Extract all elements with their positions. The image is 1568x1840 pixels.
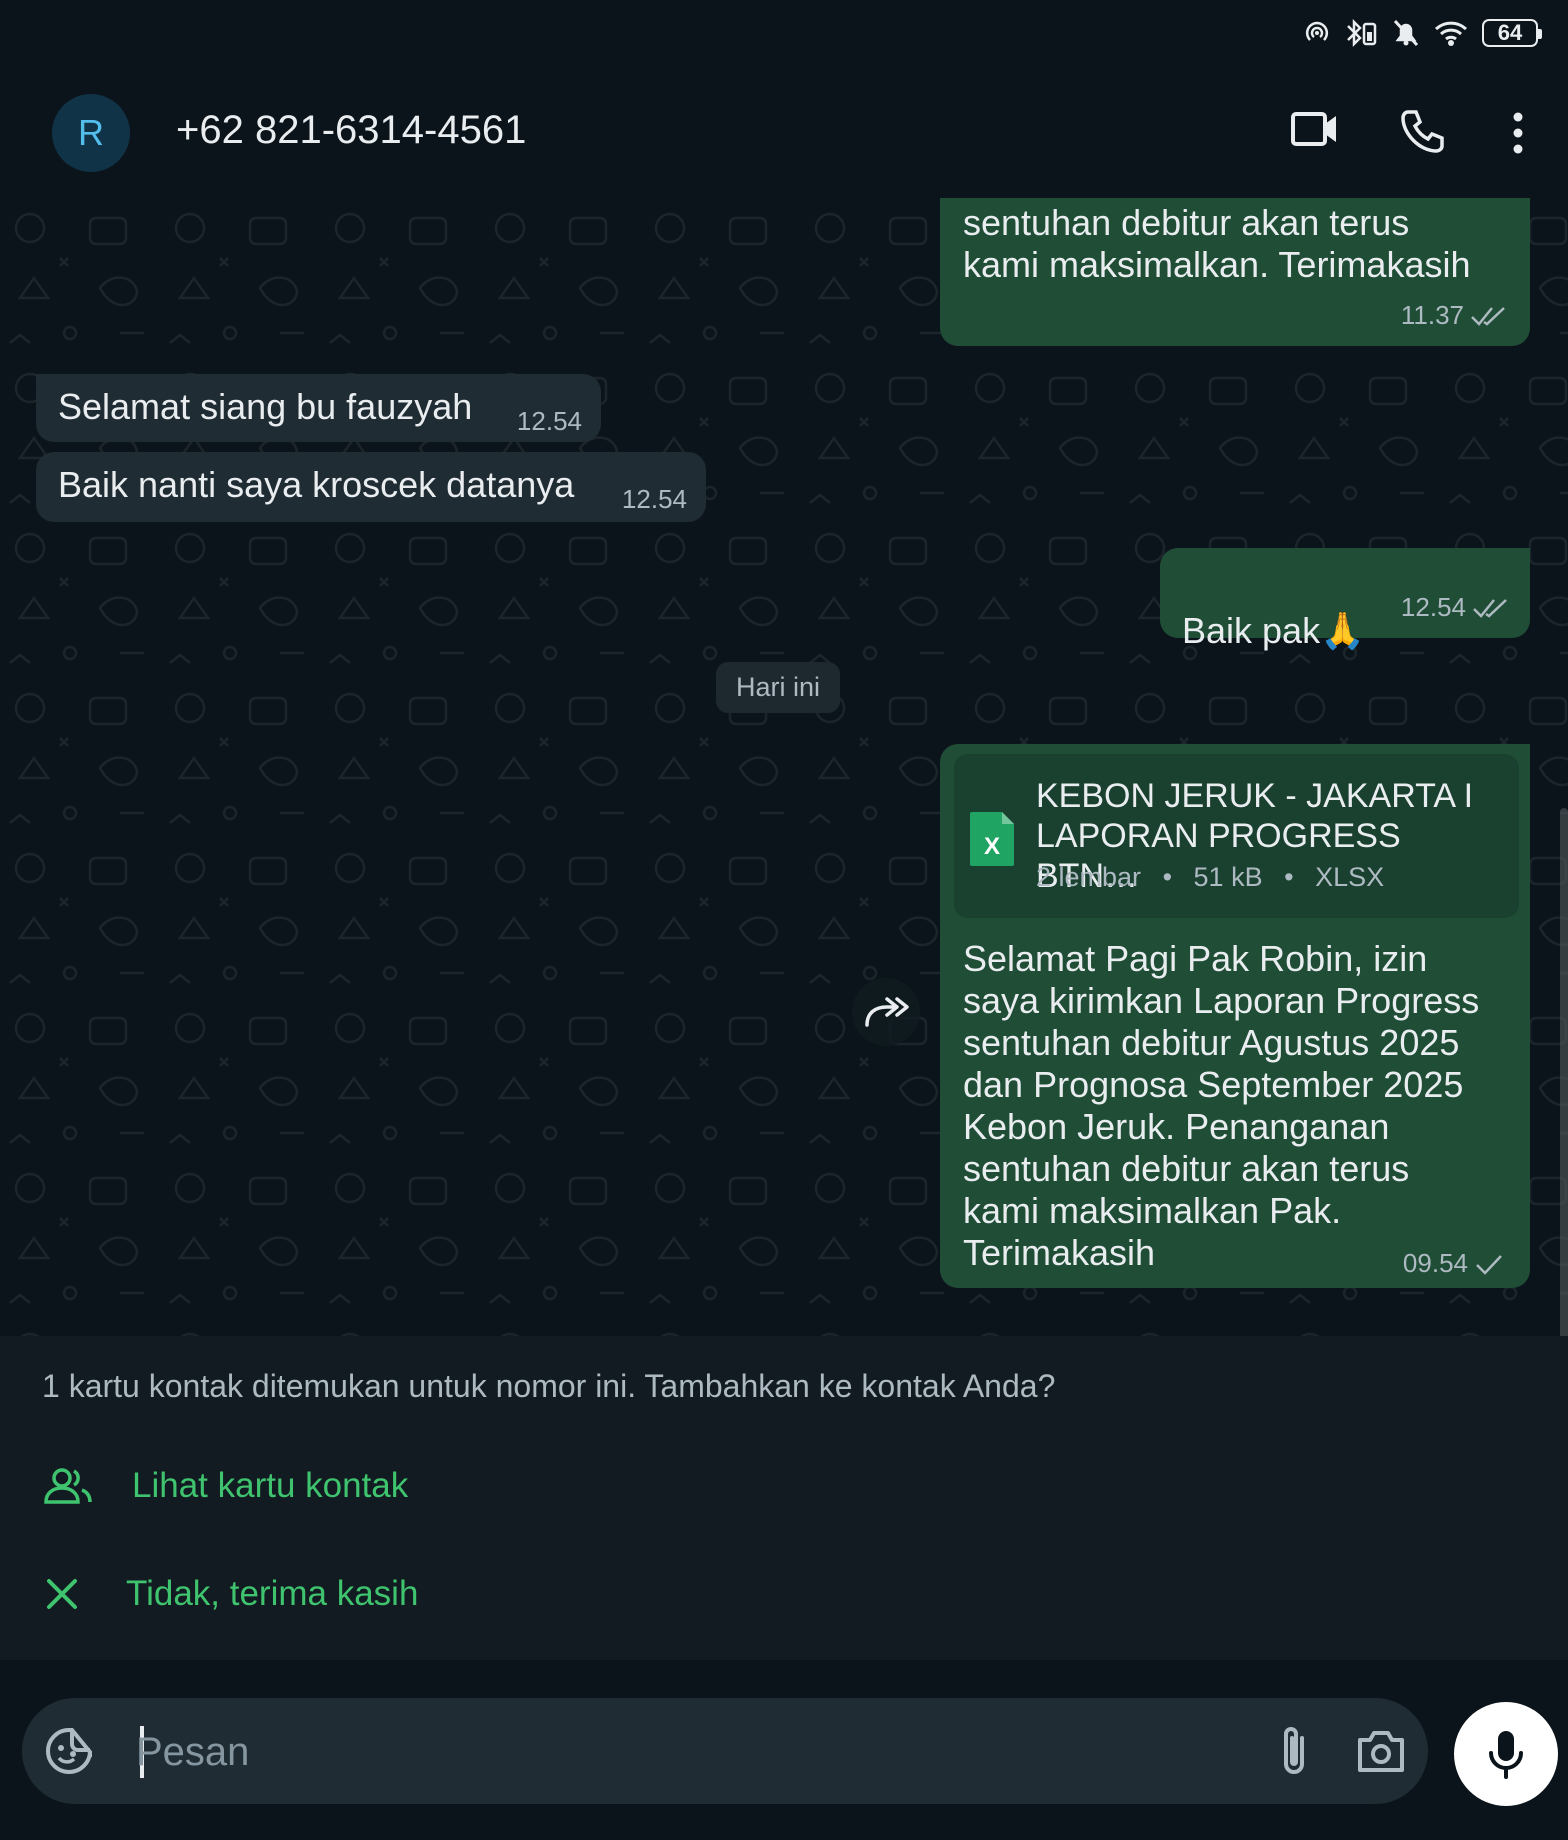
message-composer[interactable]	[22, 1698, 1428, 1806]
message-time: 11.37	[1400, 300, 1464, 330]
forward-button[interactable]	[852, 978, 920, 1046]
message-caption: Selamat Pagi Pak Robin, izin saya kirimk…	[963, 938, 1480, 1273]
message-bubble-incoming[interactable]: Selamat siang bu fauzyah 12.54	[36, 374, 601, 442]
excel-file-icon: X	[970, 812, 1014, 866]
status-bar: 64	[0, 0, 1568, 72]
date-separator: Hari ini	[716, 662, 841, 713]
forward-icon	[865, 997, 909, 1027]
single-check-icon	[1476, 1254, 1502, 1275]
status-icons: 64	[1304, 18, 1542, 48]
mute-bell-icon	[1393, 19, 1419, 47]
dismiss-button[interactable]: Tidak, terima kasih	[42, 1574, 418, 1614]
praying-hands-emoji: 🙏	[1320, 610, 1365, 651]
video-camera-icon	[1291, 112, 1336, 146]
document-type: XLSX	[1315, 862, 1385, 892]
message-bubble-outgoing[interactable]: sentuhan debitur akan terus kami maksima…	[940, 198, 1530, 346]
more-options-button[interactable]	[1506, 112, 1530, 159]
double-check-icon	[1471, 306, 1505, 326]
message-time: 12.54	[516, 406, 582, 436]
view-contact-card-button[interactable]: Lihat kartu kontak	[42, 1466, 408, 1506]
close-icon	[47, 1579, 77, 1609]
message-bubble-incoming[interactable]: Baik nanti saya kroscek datanya 12.54	[36, 452, 706, 522]
document-title-line1: KEBON JERUK - JAKARTA I	[1036, 777, 1474, 815]
message-text-content: Baik pak	[1182, 610, 1321, 651]
document-meta: 2 lembar • 51 kB • XLSX	[1036, 862, 1385, 892]
message-meta: 12.54	[1401, 592, 1510, 623]
message-text: Baik pak🙏	[1182, 568, 1365, 652]
attach-icon[interactable]	[1276, 1724, 1312, 1778]
hotspot-icon	[1305, 21, 1329, 41]
wifi-icon	[1434, 21, 1468, 46]
chat-header: R +62 821-6314-4561	[0, 72, 1568, 199]
chat-area[interactable]: sentuhan debitur akan terus kami maksima…	[0, 198, 1568, 1336]
battery-indicator: 64	[1482, 19, 1542, 47]
dismiss-label: Tidak, terima kasih	[126, 1574, 419, 1613]
more-vertical-icon	[1513, 112, 1523, 154]
banner-text: 1 kartu kontak ditemukan untuk nomor ini…	[42, 1368, 1056, 1404]
document-attachment[interactable]: X KEBON JERUK - JAKARTA I LAPORAN PROGRE…	[954, 754, 1519, 918]
video-call-button[interactable]	[1290, 108, 1340, 155]
message-bubble-outgoing[interactable]: Baik pak🙏 12.54	[1160, 548, 1530, 651]
contact-suggestion-banner: 1 kartu kontak ditemukan untuk nomor ini…	[0, 1336, 1568, 1660]
avatar[interactable]: R	[52, 94, 130, 172]
view-contact-card-label: Lihat kartu kontak	[132, 1466, 409, 1505]
voice-message-button[interactable]	[1454, 1702, 1558, 1806]
camera-icon[interactable]	[1356, 1728, 1406, 1774]
message-time: 12.54	[1400, 592, 1466, 622]
message-text: Baik nanti saya kroscek datanya	[58, 464, 575, 505]
message-meta: 11.37	[1401, 300, 1508, 331]
double-check-icon	[1473, 598, 1507, 618]
microphone-icon	[1489, 1731, 1523, 1779]
message-meta: 09.54	[1403, 1248, 1504, 1279]
sticker-emoji-icon[interactable]	[44, 1726, 94, 1776]
contact-name[interactable]: +62 821-6314-4561	[176, 108, 526, 153]
excel-icon-letter: X	[984, 833, 1000, 860]
document-pages: 2 lembar	[1036, 862, 1142, 892]
message-text: sentuhan debitur akan terus kami maksima…	[963, 202, 1471, 285]
bluetooth-icon	[1347, 18, 1377, 48]
message-time: 09.54	[1402, 1248, 1468, 1278]
message-input[interactable]	[118, 1698, 1238, 1806]
message-text: Selamat siang bu fauzyah	[58, 386, 473, 427]
document-size: 51 kB	[1193, 862, 1263, 892]
composer-area	[0, 1660, 1568, 1840]
voice-call-button[interactable]	[1400, 108, 1446, 159]
contacts-icon	[44, 1468, 92, 1504]
phone-icon	[1401, 110, 1444, 153]
message-time: 12.54	[621, 484, 687, 514]
